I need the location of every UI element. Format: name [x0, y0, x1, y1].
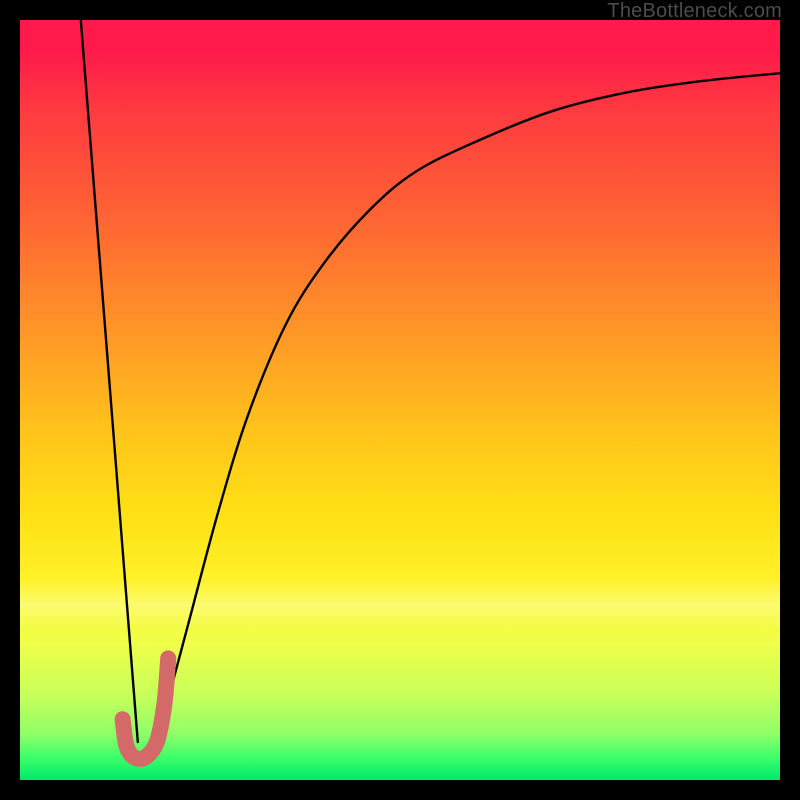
chart-frame: TheBottleneck.com — [0, 0, 800, 800]
j-mark — [123, 658, 169, 758]
plot-area — [20, 20, 780, 780]
right-rising-curve — [157, 73, 780, 742]
left-falling-line — [81, 20, 138, 742]
curve-layer — [20, 20, 780, 780]
